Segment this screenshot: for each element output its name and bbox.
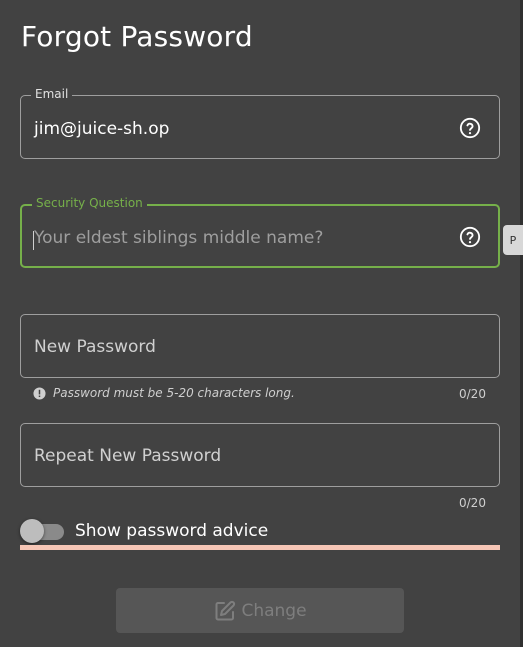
edit-icon: [215, 600, 236, 620]
new-password-label: New Password: [34, 337, 156, 357]
security-question-field[interactable]: Security Question Your eldest siblings m…: [20, 196, 500, 268]
repeat-password-field[interactable]: Repeat New Password: [20, 423, 500, 487]
repeat-password-counter: 0/20: [459, 496, 486, 510]
repeat-password-label: Repeat New Password: [34, 446, 222, 466]
password-hint-text: Password must be 5-20 characters long.: [53, 386, 295, 400]
new-password-field[interactable]: New Password: [20, 314, 500, 378]
email-value: jim@juice-sh.op: [34, 119, 170, 139]
change-button[interactable]: Change: [116, 588, 404, 633]
forgot-password-card: Forgot Password Email jim@juice-sh.op Se…: [0, 0, 520, 647]
change-button-label: Change: [241, 600, 307, 621]
password-hint: Password must be 5-20 characters long.: [33, 386, 295, 400]
toggle-label[interactable]: Show password advice: [75, 521, 268, 541]
new-password-counter: 0/20: [459, 387, 486, 401]
help-circle-icon[interactable]: [459, 117, 481, 139]
page-title: Forgot Password: [21, 20, 253, 53]
side-tab[interactable]: P: [503, 225, 523, 255]
security-question-label: Security Question: [32, 196, 147, 210]
email-field[interactable]: Email jim@juice-sh.op: [20, 87, 500, 159]
security-question-placeholder: Your eldest siblings middle name?: [34, 228, 324, 248]
help-circle-icon[interactable]: [459, 226, 481, 248]
password-advice-toggle-row[interactable]: Show password advice: [20, 518, 500, 550]
toggle-thumb[interactable]: [20, 519, 44, 543]
toggle-focus-underline: [20, 545, 500, 550]
email-label: Email: [31, 87, 73, 101]
info-icon: [33, 386, 46, 400]
